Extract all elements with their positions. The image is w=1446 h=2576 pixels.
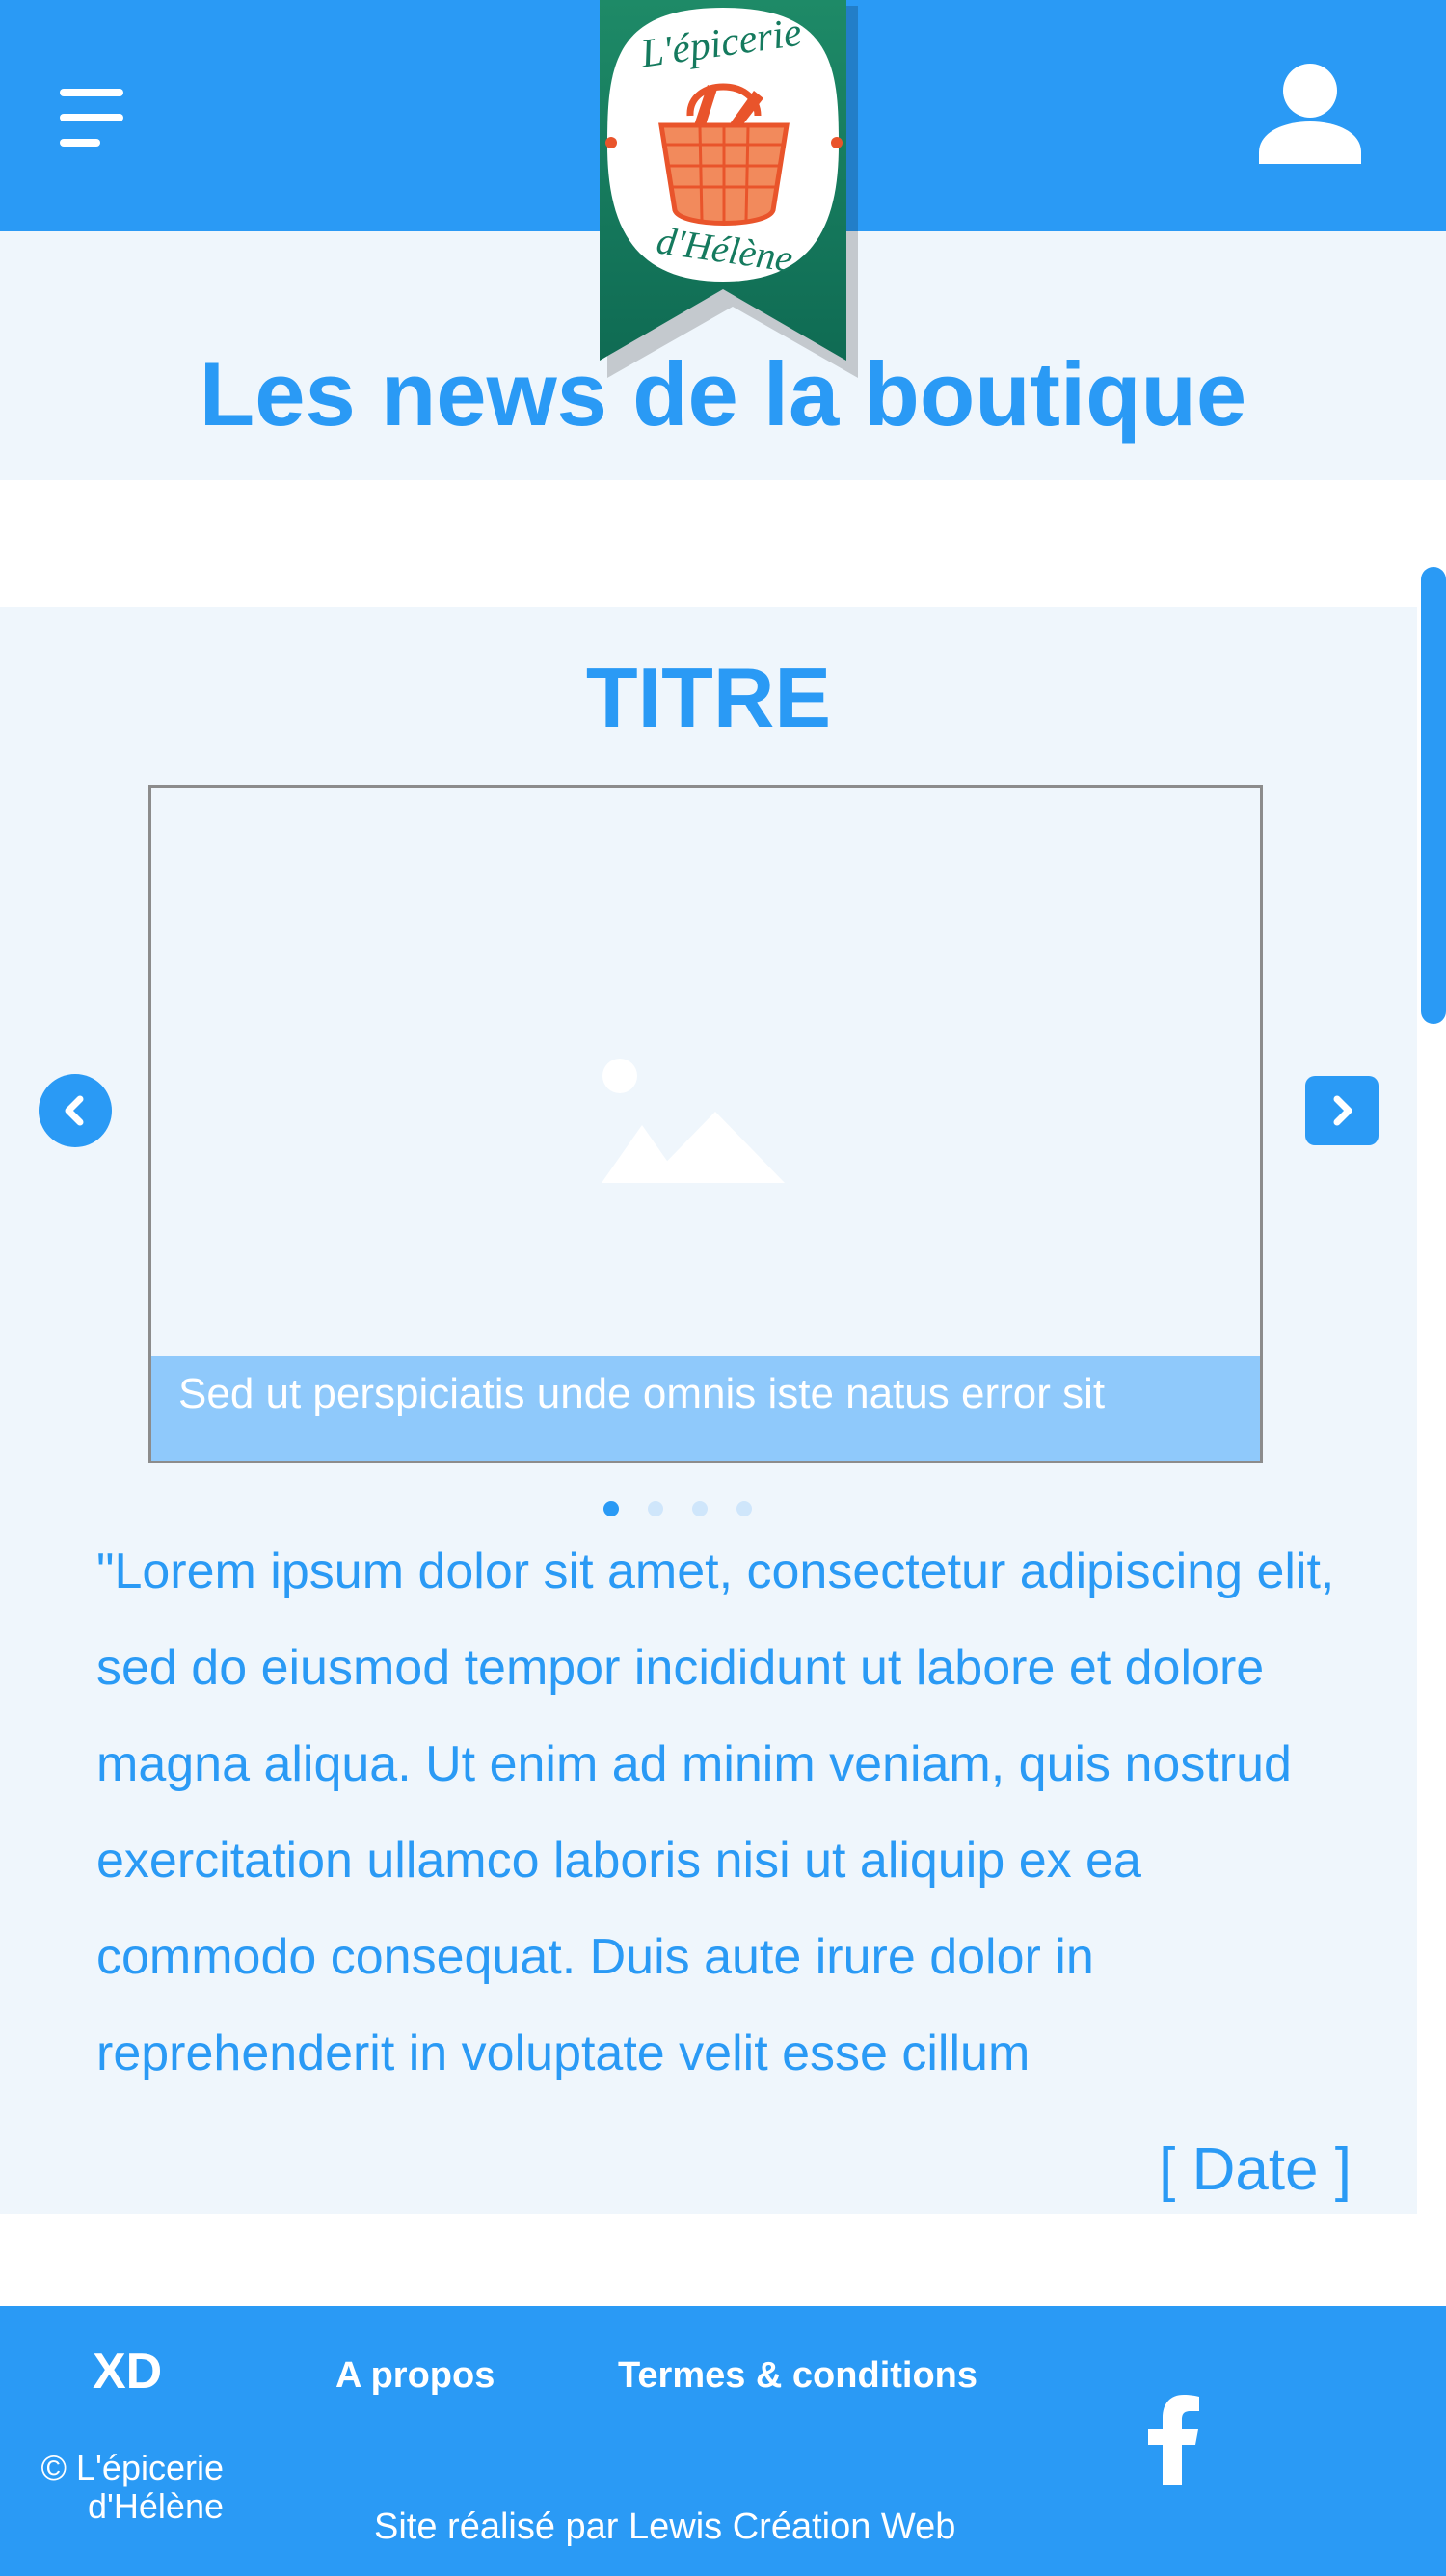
carousel-dot[interactable] (648, 1501, 663, 1516)
carousel-dot[interactable] (736, 1501, 752, 1516)
user-account-button[interactable] (1259, 64, 1361, 164)
footer-link-about[interactable]: A propos (335, 2357, 495, 2394)
news-body-text: "Lorem ipsum dolor sit amet, consectetur… (96, 1543, 1335, 2081)
news-title: TITRE (585, 650, 832, 745)
logo[interactable]: L'épicerie d'Hélène (594, 0, 860, 386)
footer-credit: Site réalisé par Lewis Création Web (374, 2507, 956, 2547)
footer-copyright-line2: d'Hélène (88, 2486, 224, 2526)
facebook-icon (1148, 2395, 1199, 2485)
carousel-indicators (603, 1501, 758, 1516)
facebook-link[interactable] (1145, 2395, 1201, 2485)
chevron-right-icon (1333, 1095, 1352, 1126)
chevron-left-icon (65, 1095, 84, 1126)
hamburger-menu-icon (60, 89, 123, 96)
hamburger-line (60, 114, 123, 121)
hamburger-line (60, 139, 100, 147)
logo-badge: L'épicerie d'Hélène (600, 0, 858, 378)
carousel-slide[interactable]: Sed ut perspiciatis unde omnis iste natu… (148, 785, 1263, 1463)
carousel-dot[interactable] (603, 1501, 619, 1516)
news-date: [ Date ] (1159, 2136, 1352, 2203)
footer-brand: XD (93, 2344, 163, 2400)
footer-copyright-line1: © L'épicerie (40, 2448, 225, 2487)
slide-caption: Sed ut perspiciatis unde omnis iste natu… (151, 1356, 1260, 1461)
carousel-next-button[interactable] (1305, 1076, 1379, 1145)
carousel-prev-button[interactable] (39, 1074, 112, 1147)
user-account-icon (1259, 64, 1361, 164)
image-placeholder-icon (602, 1059, 785, 1183)
footer-copyright: © L'épicerie d'Hélène (19, 2448, 225, 2526)
footer-link-terms[interactable]: Termes & conditions (618, 2357, 977, 2394)
carousel-dot[interactable] (692, 1501, 708, 1516)
scrollbar-thumb[interactable] (1421, 567, 1446, 1024)
menu-button[interactable] (60, 89, 123, 147)
